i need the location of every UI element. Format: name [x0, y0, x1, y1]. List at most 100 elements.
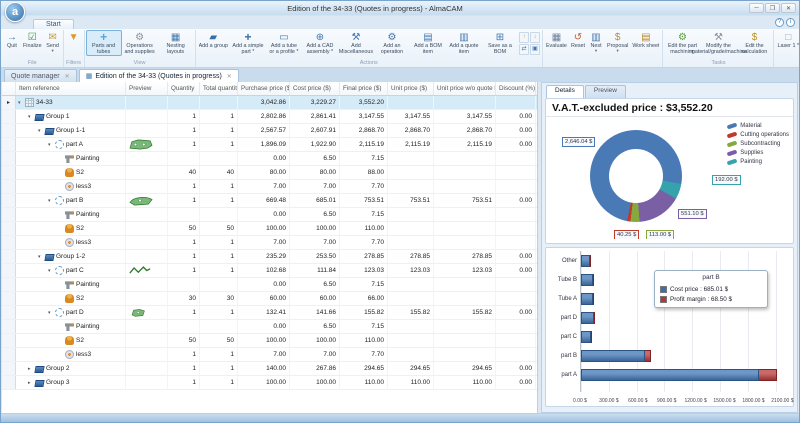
column-header[interactable]: Final price ($) — [340, 82, 388, 95]
move-up-button[interactable]: ↑ — [519, 32, 529, 43]
column-header[interactable]: Quantity — [168, 82, 200, 95]
operations-and-supplies-button[interactable]: ⚙Operations and supplies — [122, 30, 158, 56]
row-selector[interactable] — [2, 320, 16, 333]
cost-price-bar[interactable] — [581, 255, 590, 267]
tree-expander-icon[interactable]: ▾ — [18, 100, 25, 106]
row-selector[interactable] — [2, 236, 16, 249]
nesting-layouts-button[interactable]: ▦Nesting layouts — [158, 30, 194, 56]
table-row[interactable]: S2303060.0060.0066.00 — [2, 292, 537, 306]
row-selector[interactable] — [2, 110, 16, 123]
close-tab-icon[interactable]: ✕ — [65, 73, 70, 80]
modify-material-button[interactable]: ⚒Modify the material/grade/machine — [700, 30, 736, 56]
row-selector[interactable] — [2, 124, 16, 137]
column-header[interactable]: Purchase price ($) — [238, 82, 290, 95]
profit-margin-bar[interactable] — [594, 312, 595, 324]
row-selector[interactable] — [2, 138, 16, 151]
evaluate-button[interactable]: ▦Evaluate — [544, 30, 569, 50]
profit-margin-bar[interactable] — [590, 255, 591, 267]
row-selector[interactable] — [2, 348, 16, 361]
nest-button[interactable]: ▥Nest▾ — [587, 30, 605, 54]
row-selector[interactable] — [2, 362, 16, 375]
add-simple-part-button[interactable]: +Add a simple part * — [230, 30, 266, 56]
row-selector[interactable] — [2, 208, 16, 221]
table-row[interactable]: ▾Group 1-1112,567.572,607.912,868.702,86… — [2, 124, 537, 138]
table-row[interactable]: ▾part A111,896.091,922.902,115.192,115.1… — [2, 138, 537, 152]
profit-margin-bar[interactable] — [593, 293, 594, 305]
app-logo-icon[interactable]: a — [5, 2, 25, 22]
table-row[interactable]: ▾Group 1112,802.862,861.413,147.553,147.… — [2, 110, 537, 124]
column-header[interactable]: Preview — [126, 82, 168, 95]
parts-and-tubes-button[interactable]: +Parts and tubes — [86, 30, 122, 56]
tree-expander-icon[interactable]: ▾ — [48, 310, 55, 316]
minimize-button[interactable]: ─ — [749, 3, 764, 13]
row-selector[interactable]: ▸ — [2, 96, 16, 109]
table-row[interactable]: Painting0.006.507.15 — [2, 208, 537, 222]
add-operation-button[interactable]: ⚙Add an operation — [374, 30, 410, 56]
column-header[interactable]: Discount (%) — [496, 82, 536, 95]
row-selector[interactable] — [2, 222, 16, 235]
move-down-button[interactable]: ↓ — [530, 32, 540, 43]
tab-start[interactable]: Start — [33, 19, 74, 29]
row-selector[interactable] — [2, 180, 16, 193]
column-header[interactable]: Item reference — [16, 82, 126, 95]
filters-button[interactable]: ▼ — [65, 30, 83, 44]
row-selector[interactable] — [2, 166, 16, 179]
cost-price-bar[interactable] — [581, 274, 593, 286]
row-selector[interactable] — [2, 306, 16, 319]
table-row[interactable]: ▾part B11669.48685.01753.51753.51753.510… — [2, 194, 537, 208]
row-selector[interactable] — [2, 152, 16, 165]
add-miscellaneous-button[interactable]: ⚒Add Miscellaneous * — [338, 30, 374, 56]
row-selector[interactable] — [2, 334, 16, 347]
table-row[interactable]: S2404080.0080.0088.00 — [2, 166, 537, 180]
close-button[interactable]: ✕ — [781, 3, 796, 13]
add-quote-item-button[interactable]: ▥Add a quote item — [446, 30, 482, 56]
proposal-button[interactable]: $Proposal▾ — [605, 30, 630, 54]
table-row[interactable]: ▾part C11102.68111.84123.03123.03123.030… — [2, 264, 537, 278]
tab-details[interactable]: Details — [546, 85, 584, 98]
profit-margin-bar[interactable] — [593, 274, 594, 286]
info-icon[interactable]: i — [786, 18, 795, 27]
edit-calculation-modes-button[interactable]: $Edit the calculation modes — [736, 30, 772, 56]
tree-expander-icon[interactable]: ▾ — [48, 142, 55, 148]
add-group-button[interactable]: ▰Add a group — [197, 30, 230, 50]
tree-expander-icon[interactable]: ▾ — [48, 268, 55, 274]
row-selector[interactable] — [2, 292, 16, 305]
column-header[interactable]: Cost price ($) — [290, 82, 340, 95]
table-row[interactable]: Painting0.006.507.15 — [2, 152, 537, 166]
profit-margin-bar[interactable] — [591, 331, 592, 343]
tab-quote-manager[interactable]: Quote manager ✕ — [4, 69, 77, 82]
send-button[interactable]: ✉Send▾ — [44, 30, 62, 54]
table-row[interactable]: less3117.007.007.70 — [2, 180, 537, 194]
cost-price-bar[interactable] — [581, 331, 591, 343]
profit-margin-bar[interactable] — [645, 350, 651, 362]
swap-button[interactable]: ⇄ — [519, 44, 529, 55]
row-selector[interactable] — [2, 264, 16, 277]
row-selector[interactable] — [2, 278, 16, 291]
table-row[interactable]: ▾part D11132.41141.66155.82155.82155.820… — [2, 306, 537, 320]
row-selector[interactable] — [2, 376, 16, 389]
tree-expander-icon[interactable]: ▾ — [48, 198, 55, 204]
row-selector[interactable] — [2, 194, 16, 207]
column-header[interactable]: Total quantity — [200, 82, 238, 95]
quit-button[interactable]: →Quit — [3, 30, 21, 50]
table-row[interactable]: Painting0.006.507.15 — [2, 278, 537, 292]
help-icon[interactable]: ? — [775, 18, 784, 27]
table-row[interactable]: less3117.007.007.70 — [2, 348, 537, 362]
copy-button[interactable]: ▣ — [530, 44, 540, 55]
table-row[interactable]: ▸▾34-333,042.863,229.273,552.20 — [2, 96, 537, 110]
table-row[interactable]: ▾Group 1-211235.29253.50278.85278.85278.… — [2, 250, 537, 264]
tab-edition-34-33[interactable]: ▦ Edition of the 34-33 (Quotes in progre… — [79, 69, 239, 82]
close-tab-icon[interactable]: ✕ — [227, 73, 232, 80]
cost-price-bar[interactable] — [581, 350, 645, 362]
cost-price-bar[interactable] — [581, 369, 759, 381]
table-row[interactable]: S25050100.00100.00110.00 — [2, 334, 537, 348]
add-cad-assembly-button[interactable]: ⊕Add a CAD assembly * — [302, 30, 338, 56]
reset-button[interactable]: ↺Reset — [569, 30, 587, 50]
column-header[interactable]: Unit price ($) — [388, 82, 434, 95]
cost-price-bar[interactable] — [581, 312, 594, 324]
table-row[interactable]: S25050100.00100.00110.00 — [2, 222, 537, 236]
row-selector[interactable] — [2, 250, 16, 263]
table-row[interactable]: ▸Group 211140.00267.86294.65294.65294.65… — [2, 362, 537, 376]
add-tube-button[interactable]: ▭Add a tube or a profile * — [266, 30, 302, 56]
finalize-button[interactable]: ☑Finalize — [21, 30, 44, 50]
